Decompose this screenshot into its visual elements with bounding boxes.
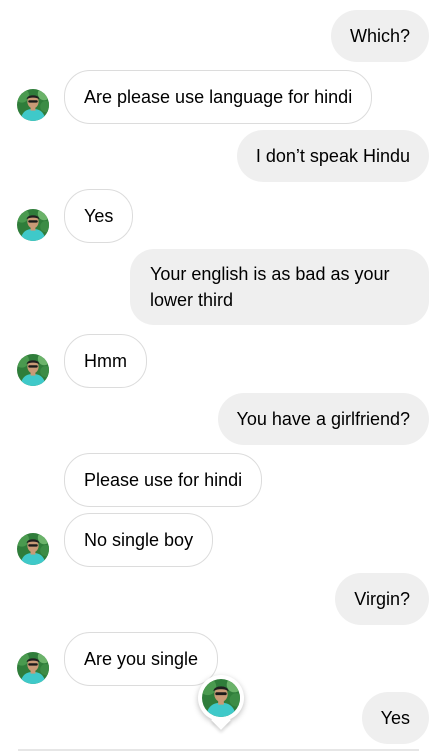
contact-avatar-icon[interactable] [17, 89, 49, 121]
seen-avatar-image [202, 679, 240, 717]
contact-avatar-icon[interactable] [17, 652, 49, 684]
contact-avatar-icon[interactable] [17, 354, 49, 386]
message-text: No single boy [84, 530, 194, 550]
contact-avatar-icon[interactable] [17, 533, 49, 565]
outgoing-message[interactable]: You have a girlfriend? [217, 393, 429, 445]
contact-avatar-icon[interactable] [17, 209, 49, 241]
message-text: You have a girlfriend? [236, 409, 410, 429]
outgoing-message[interactable]: I don’t speak Hindu [236, 130, 429, 182]
message-text: Virgin? [354, 589, 410, 609]
message-text: Hmm [84, 351, 127, 371]
outgoing-message[interactable]: Your english is as bad as your lower thi… [130, 249, 429, 325]
message-text: Which? [349, 26, 410, 46]
incoming-message[interactable]: Are please use language for hindi [64, 70, 373, 124]
message-text: Are please use language for hindi [84, 87, 353, 107]
seen-avatar-icon [198, 675, 244, 730]
incoming-message[interactable]: Hmm [64, 334, 147, 388]
incoming-message[interactable]: No single boy [64, 513, 214, 567]
incoming-message[interactable]: Please use for hindi [64, 453, 263, 507]
message-text: Yes [84, 206, 114, 226]
message-text: I don’t speak Hindu [255, 146, 410, 166]
message-text: Your english is as bad as your lower thi… [150, 264, 390, 310]
composer-divider [18, 749, 419, 751]
outgoing-message[interactable]: Yes [361, 692, 429, 744]
incoming-message[interactable]: Yes [64, 189, 134, 243]
message-text: Are you single [84, 649, 199, 669]
message-text: Yes [380, 708, 410, 728]
outgoing-message[interactable]: Which? [330, 10, 429, 62]
outgoing-message[interactable]: Virgin? [335, 573, 429, 625]
message-text: Please use for hindi [84, 470, 243, 490]
incoming-message[interactable]: Are you single [64, 632, 219, 686]
